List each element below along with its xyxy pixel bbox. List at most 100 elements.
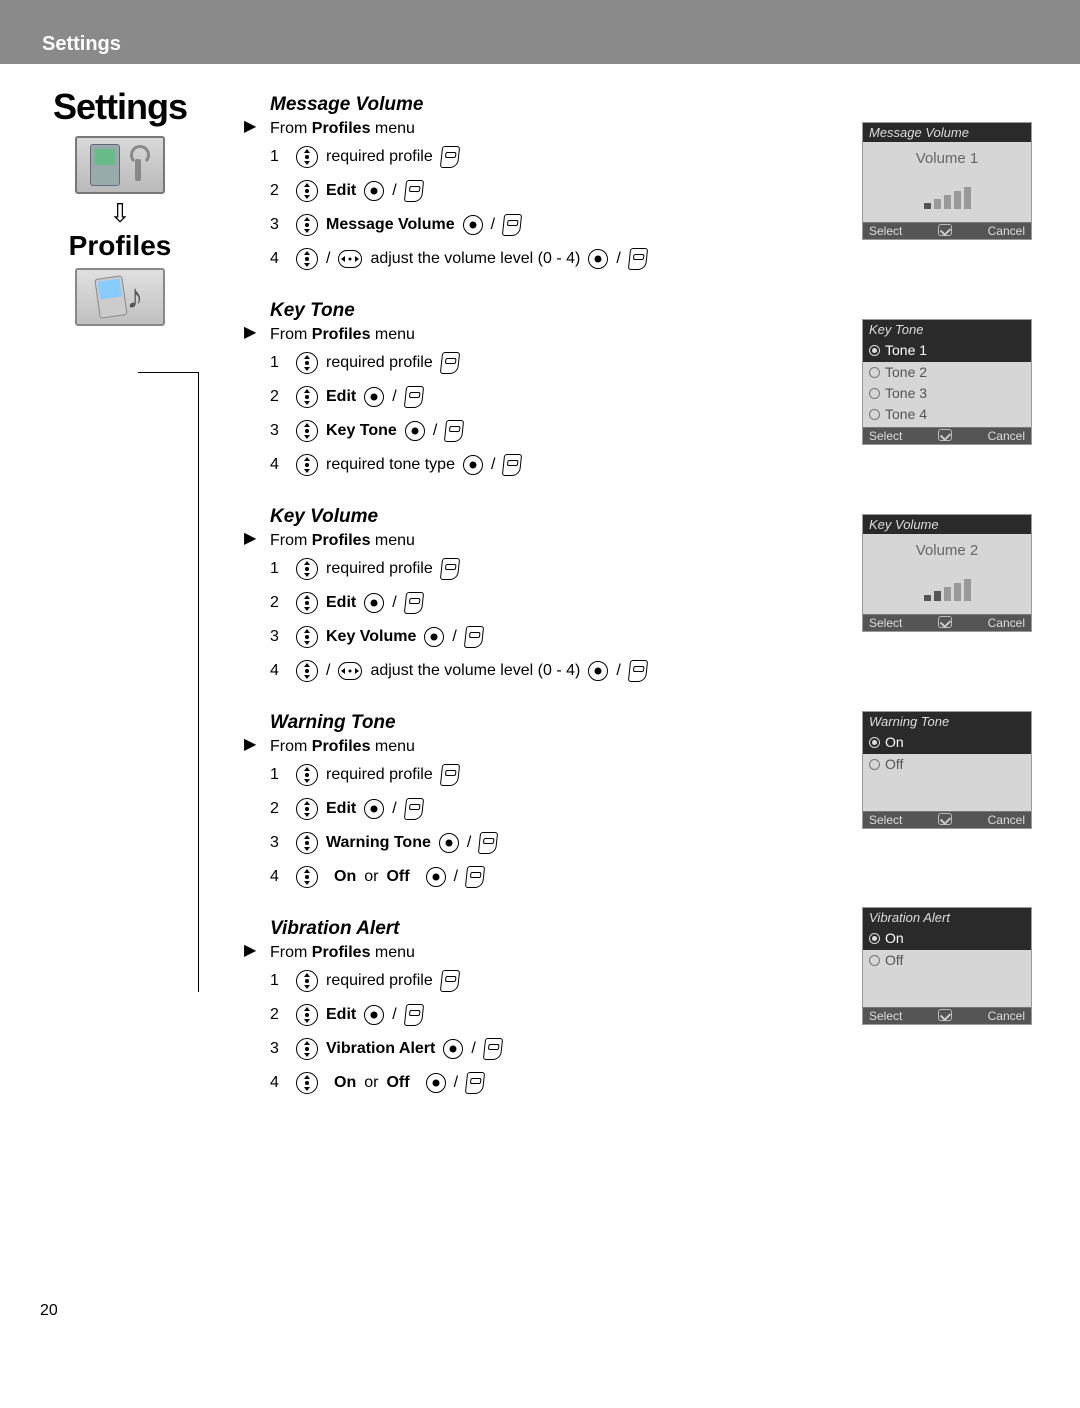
center-key-icon — [424, 627, 444, 647]
section-title: Key Tone — [270, 300, 750, 322]
header-title: Settings — [42, 33, 121, 56]
step: 2 Edit / — [270, 1002, 750, 1028]
mock-title: Vibration Alert — [863, 908, 1031, 927]
header-bar: Settings — [0, 0, 1080, 64]
step: 3 Message Volume / — [270, 212, 750, 238]
step: 1 required profile — [270, 144, 750, 170]
center-key-icon — [588, 661, 608, 681]
step: 2 Edit / — [270, 590, 750, 616]
mock-cancel: Cancel — [988, 616, 1025, 630]
radio-option: Tone 4 — [869, 404, 1025, 425]
nav-updown-icon — [296, 1038, 318, 1060]
from-line: From Profiles menu — [270, 532, 750, 550]
flow-arrow-icon — [244, 322, 256, 342]
mock-select: Select — [869, 224, 902, 238]
phone-icon — [90, 144, 120, 186]
softkey-icon — [483, 1038, 503, 1060]
step: 4 / adjust the volume level (0 - 4) / — [270, 246, 750, 272]
nav-updown-icon — [296, 592, 318, 614]
radio-icon — [869, 367, 880, 378]
mock-cancel: Cancel — [988, 224, 1025, 238]
softkey-icon — [478, 832, 498, 854]
mock-options: OnOff — [863, 731, 1031, 811]
down-arrow-icon: ⇩ — [40, 200, 200, 226]
mock-title: Message Volume — [863, 123, 1031, 142]
music-note-icon: ♪ — [127, 280, 144, 314]
volume-bars-icon — [867, 571, 1027, 601]
mock-vibration-alert: Vibration Alert OnOff Select Cancel — [862, 907, 1032, 1025]
content-column: Message Volume From Profiles menu 1 requir… — [270, 94, 750, 1096]
section-title: Key Volume — [270, 506, 750, 528]
flow-arrow-icon — [244, 734, 256, 754]
mock-volume-label: Volume 2 — [867, 542, 1027, 559]
nav-updown-icon — [296, 832, 318, 854]
radio-option: Tone 1 — [863, 339, 1031, 362]
section-title: Message Volume — [270, 94, 750, 116]
profiles-icon: ♪ — [75, 268, 165, 326]
softkey-icon — [440, 352, 460, 374]
mock-select: Select — [869, 1009, 902, 1023]
nav-updown-icon — [296, 558, 318, 580]
softkey-icon — [440, 146, 460, 168]
softkey-icon — [440, 558, 460, 580]
ok-icon — [938, 813, 952, 825]
mock-options: Tone 1Tone 2Tone 3Tone 4 — [863, 339, 1031, 427]
mock-cancel: Cancel — [988, 813, 1025, 827]
step: 3 Vibration Alert / — [270, 1036, 750, 1062]
step: 3 Warning Tone / — [270, 830, 750, 856]
flip-phone-icon — [94, 275, 127, 319]
softkey-icon — [404, 798, 424, 820]
nav-updown-icon — [296, 454, 318, 476]
radio-icon — [869, 955, 880, 966]
nav-updown-icon — [296, 214, 318, 236]
sidebar-title: Settings — [40, 86, 200, 128]
center-key-icon — [364, 593, 384, 613]
center-key-icon — [439, 833, 459, 853]
step: 2 Edit / — [270, 796, 750, 822]
mock-title: Key Tone — [863, 320, 1031, 339]
mock-footer: Select Cancel — [863, 427, 1031, 444]
center-key-icon — [463, 455, 483, 475]
section: Warning ToneFrom Profiles menu1 required… — [270, 712, 750, 890]
nav-updown-icon — [296, 146, 318, 168]
page-number: 20 — [40, 1302, 58, 1320]
nav-leftright-icon — [338, 662, 362, 680]
sidebar-subtitle: Profiles — [40, 230, 200, 262]
nav-updown-icon — [296, 660, 318, 682]
center-key-icon — [364, 1005, 384, 1025]
radio-option: On — [863, 731, 1031, 754]
step: 1 required profile — [270, 556, 750, 582]
nav-updown-icon — [296, 180, 318, 202]
wrench-icon — [124, 145, 150, 185]
radio-option: Tone 2 — [869, 362, 1025, 383]
softkey-icon — [404, 386, 424, 408]
softkey-icon — [440, 970, 460, 992]
section: Key ToneFrom Profiles menu1 required pro… — [270, 300, 750, 478]
center-key-icon — [364, 799, 384, 819]
ok-icon — [938, 224, 952, 236]
nav-updown-icon — [296, 1004, 318, 1026]
from-line: From Profiles menu — [270, 120, 750, 138]
step: 4 On or Off / — [270, 1070, 750, 1096]
center-key-icon — [426, 867, 446, 887]
softkey-icon — [628, 660, 648, 682]
from-line: From Profiles menu — [270, 944, 750, 962]
steps-list: 1 required profile 2 Edit / 3 Key Volume… — [270, 556, 750, 684]
mock-footer: Select Cancel — [863, 614, 1031, 631]
radio-icon — [869, 345, 880, 356]
radio-option: Tone 3 — [869, 383, 1025, 404]
connector-line — [138, 372, 198, 373]
mock-footer: Select Cancel — [863, 222, 1031, 239]
nav-updown-icon — [296, 248, 318, 270]
mock-select: Select — [869, 813, 902, 827]
mock-options: OnOff — [863, 927, 1031, 1007]
section-title: Warning Tone — [270, 712, 750, 734]
nav-updown-icon — [296, 626, 318, 648]
mock-title: Key Volume — [863, 515, 1031, 534]
from-line: From Profiles menu — [270, 326, 750, 344]
nav-updown-icon — [296, 352, 318, 374]
section-title: Vibration Alert — [270, 918, 750, 940]
softkey-icon — [628, 248, 648, 270]
softkey-icon — [404, 592, 424, 614]
mock-volume-label: Volume 1 — [867, 150, 1027, 167]
